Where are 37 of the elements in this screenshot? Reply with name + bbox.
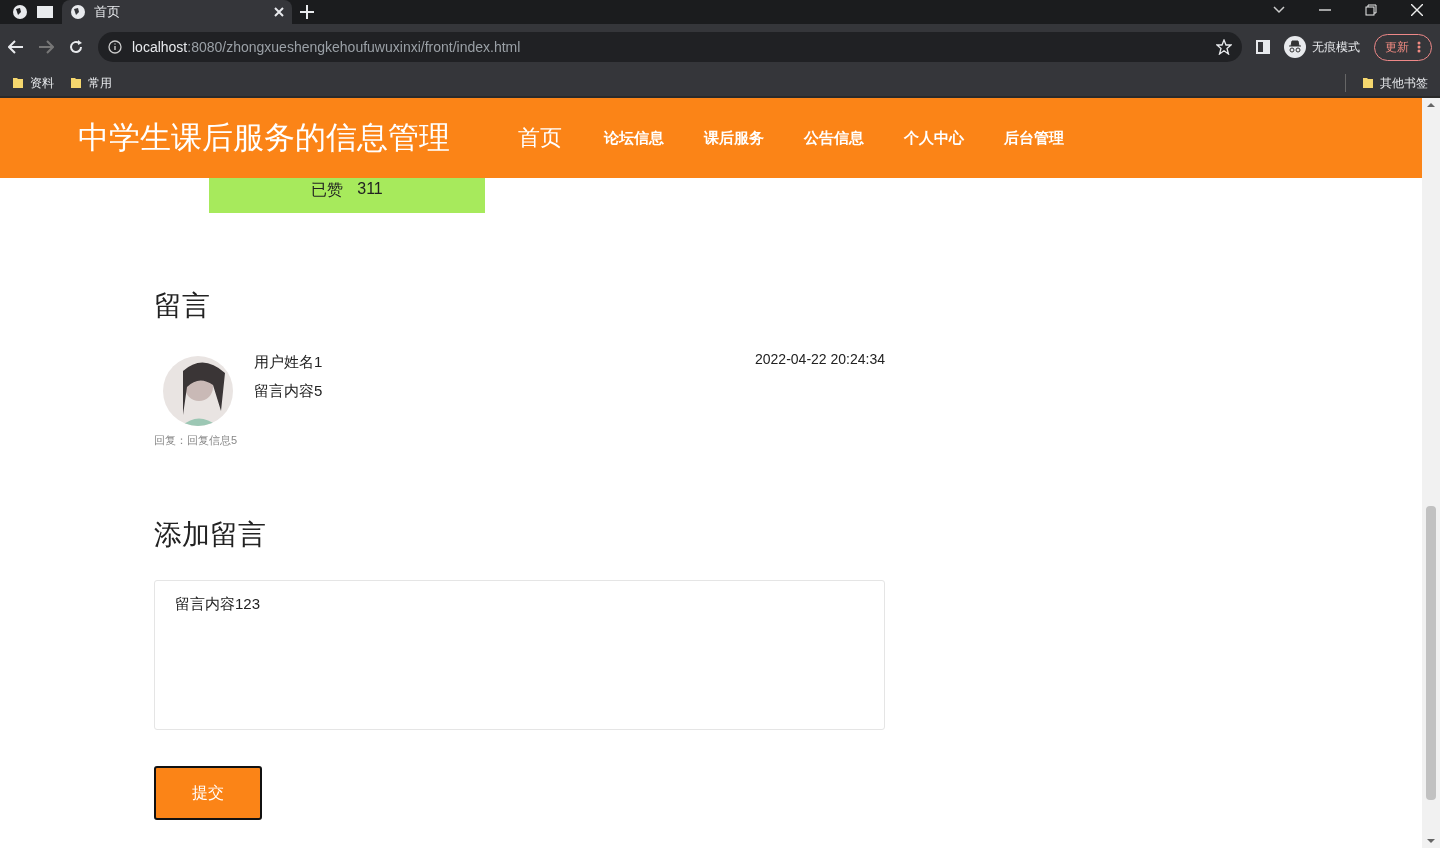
incognito-icon: [1284, 36, 1306, 58]
bookmark-folder[interactable]: 其他书签: [1362, 74, 1428, 92]
user-name: 用户姓名1: [254, 353, 324, 372]
folder-icon: [12, 76, 24, 90]
incognito-badge[interactable]: 无痕模式: [1284, 36, 1360, 58]
comment-text: 留言内容5: [254, 382, 324, 401]
reply-text: 回复：回复信息5: [154, 433, 239, 448]
section-heading: 留言: [154, 289, 211, 323]
url-text: localhost:8080/zhongxueshengkehoufuwuxinxi/front/index.html: [132, 39, 521, 55]
chevron-down-icon[interactable]: [1273, 6, 1285, 14]
bookmark-folder[interactable]: 常用: [70, 74, 112, 92]
section-heading: 添加留言: [154, 518, 267, 552]
globe-icon[interactable]: [12, 4, 28, 20]
star-icon[interactable]: [1216, 39, 1232, 55]
scrollbar-thumb[interactable]: [1426, 506, 1436, 800]
bookmark-folder[interactable]: 资料: [12, 74, 54, 92]
folder-icon: [70, 76, 82, 90]
minimize-icon[interactable]: [1319, 6, 1331, 14]
more-icon: [1417, 41, 1421, 53]
site-title: 中学生课后服务的信息管理: [78, 119, 450, 157]
message-field[interactable]: 留言内容123: [154, 580, 885, 730]
browser-tab[interactable]: 首页: [62, 0, 292, 24]
back-arrow-icon[interactable]: [8, 40, 24, 54]
new-tab-icon[interactable]: [300, 5, 314, 19]
address-bar[interactable]: localhost:8080/zhongxueshengkehoufuwuxinxi/front/index.html: [98, 32, 1242, 62]
reload-icon[interactable]: [68, 39, 84, 55]
forward-arrow-icon[interactable]: [38, 40, 54, 54]
tab-search-icon[interactable]: [36, 5, 54, 19]
restore-icon[interactable]: [1365, 4, 1377, 16]
close-icon[interactable]: [1411, 4, 1423, 16]
side-panel-icon[interactable]: [1256, 40, 1270, 54]
like-button[interactable]: 已赞 311: [209, 178, 485, 213]
globe-icon: [70, 4, 86, 20]
folder-icon: [1362, 76, 1374, 90]
timestamp: 2022-04-22 20:24:34: [755, 351, 885, 367]
info-icon: [108, 40, 122, 54]
close-icon[interactable]: [274, 7, 284, 17]
